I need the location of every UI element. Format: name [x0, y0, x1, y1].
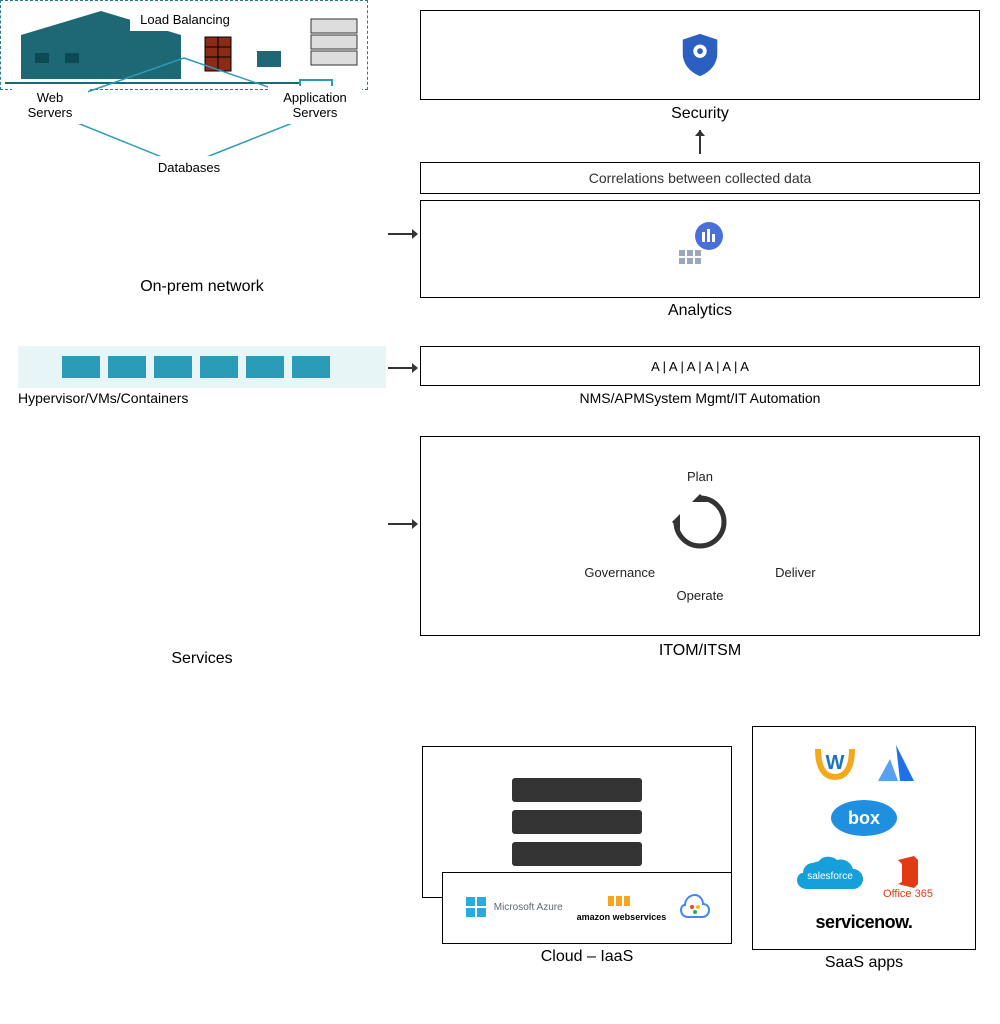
nms-box: A | A | A | A | A | A — [420, 346, 980, 386]
itom-plan: Plan — [687, 469, 713, 484]
arrow-icon — [388, 518, 418, 530]
saas-caption: SaaS apps — [752, 954, 976, 972]
office365-logo-icon: Office 365 — [883, 856, 933, 900]
hypervisor-caption: Hypervisor/VMs/Containers — [18, 390, 188, 406]
hypervisor-box — [18, 346, 386, 388]
iaas-caption: Cloud – IaaS — [442, 948, 732, 966]
svc-databases: Databases — [144, 156, 234, 179]
nms-caption: NMS/APMSystem Mgmt/IT Automation — [420, 390, 980, 406]
shield-icon — [677, 32, 723, 78]
analytics-chart-icon — [673, 220, 727, 279]
svc-app-servers: Application Servers — [268, 86, 362, 124]
svg-text:W: W — [826, 752, 845, 774]
analytics-box — [420, 200, 980, 298]
saas-box: W box salesforce Office 365 servicenow. — [752, 726, 976, 950]
itom-box: Plan Governance Deliver Operate — [420, 436, 980, 636]
svc-web-servers: Web Servers — [12, 86, 88, 124]
svc-load-balancing: Load Balancing — [130, 8, 240, 31]
aws-logo-icon: amazon webservices — [577, 894, 667, 922]
correlations-box: Correlations between collected data — [420, 162, 980, 194]
cycle-icon — [670, 492, 730, 557]
workday-logo-icon: W — [812, 743, 858, 788]
itom-operate: Operate — [677, 588, 724, 603]
iaas-box: Microsoft Azure amazon webservices — [442, 872, 732, 944]
box-logo-icon: box — [829, 798, 899, 843]
onprem-caption: On-prem network — [18, 278, 386, 296]
arrow-icon — [388, 362, 418, 374]
salesforce-logo-icon: salesforce — [795, 853, 865, 902]
app-bar-icon — [512, 778, 642, 802]
svg-text:box: box — [848, 808, 880, 828]
atlassian-logo-icon — [876, 743, 916, 788]
azure-logo-icon: Microsoft Azure — [464, 895, 563, 921]
analytics-caption: Analytics — [420, 302, 980, 320]
itom-deliver: Deliver — [775, 565, 815, 580]
itom-caption: ITOM/ITSM — [420, 642, 980, 660]
security-caption: Security — [420, 105, 980, 123]
arrow-icon — [694, 130, 706, 160]
hypervisor-blocks-icon — [62, 352, 342, 382]
itom-governance: Governance — [584, 565, 655, 580]
gcp-logo-icon — [680, 891, 710, 926]
servicenow-logo-text: servicenow. — [816, 912, 913, 933]
services-caption: Services — [18, 650, 386, 668]
app-bar-icon — [512, 842, 642, 866]
arrow-icon — [388, 228, 418, 240]
svg-text:salesforce: salesforce — [807, 871, 853, 882]
security-box — [420, 10, 980, 100]
app-bar-icon — [512, 810, 642, 834]
